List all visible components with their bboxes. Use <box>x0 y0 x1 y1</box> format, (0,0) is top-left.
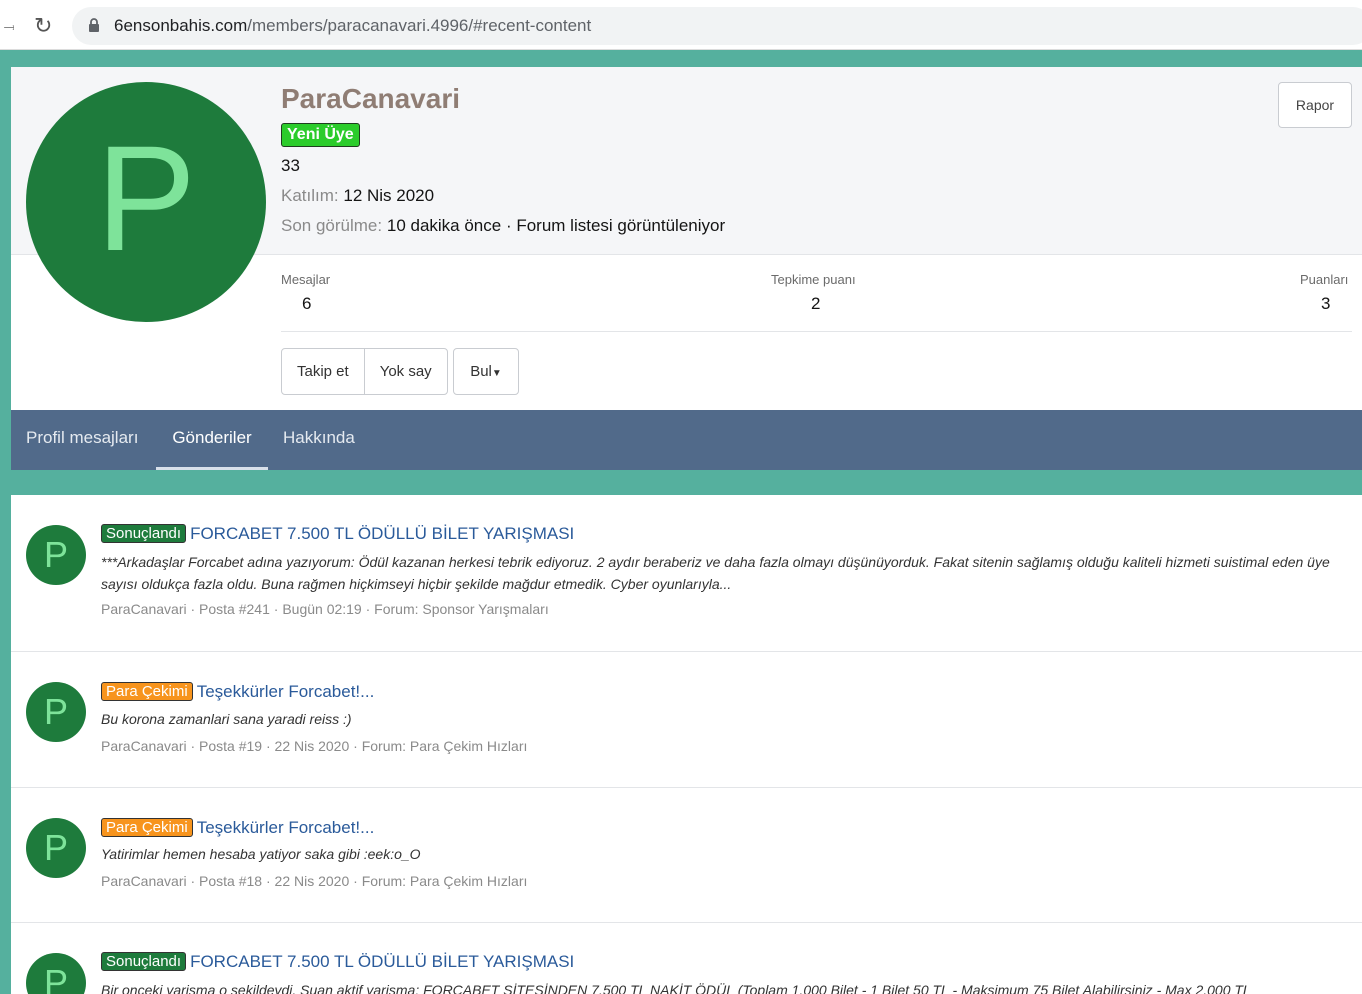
username: ParaCanavari <box>281 83 461 114</box>
prefix-label: Sonuçlandı <box>101 952 187 971</box>
joined-value: 12 Nis 2020 <box>343 186 435 205</box>
stats-divider <box>281 331 1352 332</box>
post-title: Para Çekimi Teşekkürler Forcabet!... <box>101 818 374 838</box>
report-button[interactable]: Rapor <box>1278 82 1352 128</box>
prefix-label: Para Çekimi <box>101 682 193 701</box>
ignore-button[interactable]: Yok say <box>363 349 447 394</box>
tab-about[interactable]: Hakkında <box>283 410 355 470</box>
url-path: /members/paracanavari.4996/#recent-conte… <box>247 16 592 35</box>
user-title-badge: Yeni Üye <box>281 123 360 147</box>
stat-value-points[interactable]: 3 <box>1321 294 1330 314</box>
last-seen-info: Son görülme: 10 dakika önce · Forum list… <box>281 216 725 236</box>
url-domain: 6ensonbahis.com <box>114 16 248 35</box>
profile-action-group: Takip et Yok say <box>281 348 448 395</box>
post-snippet[interactable]: Bir onceki yarisma o sekildeydi. Suan ak… <box>101 979 1356 994</box>
joined-label: Katılım: <box>281 186 339 205</box>
prefix-label: Sonuçlandı <box>101 524 187 543</box>
post-avatar[interactable]: P <box>26 953 86 994</box>
tab-posts[interactable]: Gönderiler <box>156 410 268 470</box>
list-item: P Sonuçlandı FORCABET 7.500 TL ÖDÜLLÜ BİL… <box>11 495 1362 652</box>
post-title-link[interactable]: Teşekkürler Forcabet!... <box>197 682 375 701</box>
tab-profile-messages[interactable]: Profil mesajları <box>26 410 138 470</box>
url-text[interactable]: 6ensonbahis.com/members/paracanavari.499… <box>114 16 591 36</box>
forward-arrow-icon[interactable]: → <box>0 14 14 37</box>
profile-avatar[interactable]: P <box>26 82 266 322</box>
browser-toolbar: → ↻ 6ensonbahis.com/members/paracanavari… <box>0 0 1362 50</box>
stat-label-reactions: Tepkime puanı <box>771 272 856 287</box>
list-item: P Sonuçlandı FORCABET 7.500 TL ÖDÜLLÜ BİL… <box>11 923 1362 994</box>
post-snippet[interactable]: ***Arkadaşlar Forcabet adına yazıyorum: … <box>101 551 1356 595</box>
post-meta[interactable]: ParaCanavari · Posta #18 · 22 Nis 2020 ·… <box>101 873 527 889</box>
stat-value-messages[interactable]: 6 <box>302 294 311 314</box>
last-seen-label: Son görülme: <box>281 216 383 235</box>
stat-value-reactions: 2 <box>811 294 821 313</box>
post-title: Para Çekimi Teşekkürler Forcabet!... <box>101 682 374 702</box>
post-avatar[interactable]: P <box>26 682 86 742</box>
follow-button[interactable]: Takip et <box>282 349 364 394</box>
caret-down-icon: ▼ <box>491 368 502 379</box>
lock-icon <box>89 18 99 32</box>
reload-icon[interactable]: ↻ <box>34 13 52 39</box>
find-button[interactable]: Bul▼ <box>453 348 519 395</box>
post-meta[interactable]: ParaCanavari · Posta #241 · Bugün 02:19 … <box>101 601 549 617</box>
joined-info: Katılım: 12 Nis 2020 <box>281 186 434 206</box>
list-item: P Para Çekimi Teşekkürler Forcabet!... Ya… <box>11 788 1362 923</box>
post-meta[interactable]: ParaCanavari · Posta #19 · 22 Nis 2020 ·… <box>101 738 527 754</box>
find-label: Bul <box>470 363 492 380</box>
stat-label-messages: Mesajlar <box>281 272 331 287</box>
recent-content-list: P Sonuçlandı FORCABET 7.500 TL ÖDÜLLÜ BİL… <box>11 495 1362 994</box>
post-title: Sonuçlandı FORCABET 7.500 TL ÖDÜLLÜ BİLET… <box>101 952 574 972</box>
post-snippet[interactable]: Bu korona zamanlari sana yaradi reiss :) <box>101 708 1356 730</box>
post-title-link[interactable]: FORCABET 7.500 TL ÖDÜLLÜ BİLET YARIŞMASI <box>190 952 574 971</box>
stat-label-points: Puanları <box>1300 272 1349 287</box>
prefix-label: Para Çekimi <box>101 818 193 837</box>
last-seen-value[interactable]: 10 dakika önce · Forum listesi görüntüle… <box>387 216 725 235</box>
profile-card: ParaCanavari Yeni Üye 33 Katılım: 12 Nis… <box>11 67 1362 470</box>
post-title-link[interactable]: FORCABET 7.500 TL ÖDÜLLÜ BİLET YARIŞMASI <box>190 524 574 543</box>
post-avatar[interactable]: P <box>26 525 86 585</box>
list-item: P Para Çekimi Teşekkürler Forcabet!... Bu… <box>11 652 1362 788</box>
post-title-link[interactable]: Teşekkürler Forcabet!... <box>197 818 375 837</box>
post-avatar[interactable]: P <box>26 818 86 878</box>
member-number: 33 <box>281 156 300 175</box>
post-title: Sonuçlandı FORCABET 7.500 TL ÖDÜLLÜ BİLET… <box>101 524 574 544</box>
profile-tabs: Profil mesajları Gönderiler Hakkında <box>11 410 1362 470</box>
address-bar[interactable]: 6ensonbahis.com/members/paracanavari.499… <box>72 7 1362 45</box>
post-snippet[interactable]: Yatirimlar hemen hesaba yatiyor saka gib… <box>101 843 1356 865</box>
